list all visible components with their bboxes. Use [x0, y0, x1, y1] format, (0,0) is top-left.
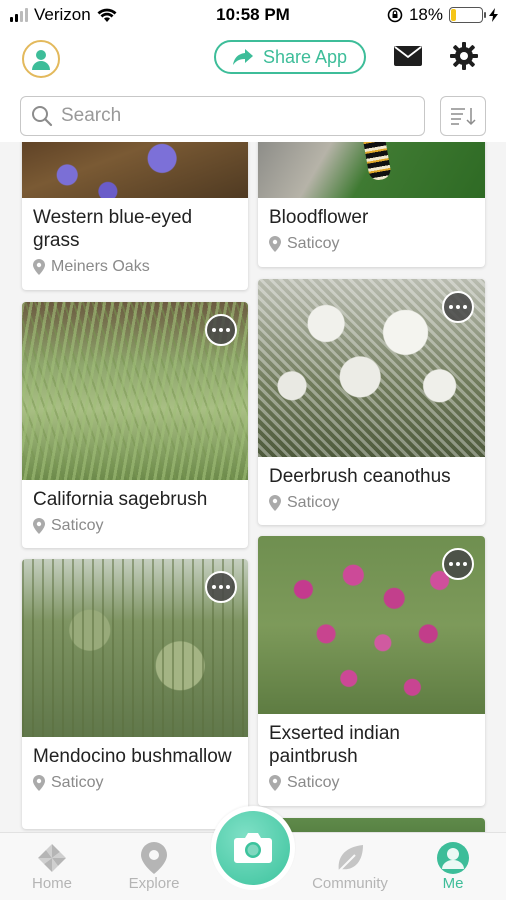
- tab-me[interactable]: Me: [403, 841, 503, 892]
- sort-icon: [451, 108, 476, 126]
- camera-icon: [234, 833, 272, 863]
- tab-me-label: Me: [442, 875, 464, 892]
- battery-icon: [449, 7, 486, 23]
- tab-explore[interactable]: Explore: [104, 841, 204, 892]
- location-pin-icon: [269, 495, 281, 511]
- location-text: Saticoy: [51, 774, 104, 791]
- location-pin-icon: [269, 775, 281, 791]
- plant-card[interactable]: Mendocino bushmallow Saticoy: [22, 559, 248, 829]
- status-right: 18%: [387, 5, 498, 25]
- plant-photo: [22, 559, 248, 737]
- tab-home-label: Home: [31, 875, 72, 892]
- location-text: Meiners Oaks: [51, 258, 150, 275]
- app-header: Share App: [0, 30, 506, 88]
- rotation-lock-icon: [387, 7, 403, 23]
- charging-bolt-icon: [489, 8, 498, 22]
- mail-button[interactable]: [394, 46, 422, 71]
- leaf-icon: [338, 845, 363, 872]
- plant-title: California sagebrush: [33, 489, 208, 510]
- location-text: Saticoy: [287, 235, 340, 252]
- plant-title: Exserted indian paintbrush: [269, 723, 400, 767]
- settings-button[interactable]: [450, 42, 478, 75]
- share-arrow-icon: [232, 49, 253, 65]
- plant-title: Mendocino bushmallow: [33, 746, 232, 767]
- user-profile-icon: [437, 842, 469, 874]
- tab-community[interactable]: Community: [300, 841, 400, 892]
- battery-percent: 18%: [408, 5, 443, 24]
- search-icon: [32, 106, 53, 127]
- pinwheel-home-icon: [38, 844, 66, 872]
- plant-feed: Western blue-eyed grass Meiners Oaks Blo…: [0, 142, 506, 832]
- share-app-button[interactable]: Share App: [214, 40, 366, 74]
- tab-explore-label: Explore: [128, 875, 180, 892]
- app-screen: Verizon 10:58 PM 18% Share App Search We…: [0, 0, 506, 900]
- plant-photo: [22, 302, 248, 480]
- plant-photo: [258, 142, 485, 198]
- status-bar: Verizon 10:58 PM 18%: [0, 0, 506, 30]
- more-options-button[interactable]: [442, 548, 474, 580]
- camera-button[interactable]: [211, 806, 295, 890]
- search-bar: [0, 88, 506, 142]
- plant-photo: [258, 279, 485, 457]
- plant-card[interactable]: Exserted indian paintbrush Saticoy: [258, 536, 485, 806]
- share-app-label: Share App: [262, 46, 348, 67]
- gear-icon: [450, 42, 478, 70]
- plant-location: Saticoy: [22, 768, 248, 800]
- map-pin-icon: [141, 842, 167, 874]
- plant-card-partial[interactable]: [258, 818, 485, 832]
- more-options-button[interactable]: [205, 314, 237, 346]
- profile-avatar-button[interactable]: [22, 40, 60, 78]
- battery-level-fill: [451, 9, 457, 21]
- search-input[interactable]: [61, 105, 401, 127]
- tab-community-label: Community: [312, 875, 388, 892]
- plant-card[interactable]: Western blue-eyed grass Meiners Oaks: [22, 142, 248, 290]
- plant-location: Saticoy: [258, 488, 485, 520]
- plant-title: Deerbrush ceanothus: [269, 466, 451, 487]
- envelope-icon: [394, 46, 422, 66]
- plant-card[interactable]: Deerbrush ceanothus Saticoy: [258, 279, 485, 525]
- location-text: Saticoy: [287, 494, 340, 511]
- plant-photo: [258, 536, 485, 714]
- sort-filter-button[interactable]: [440, 96, 486, 136]
- location-pin-icon: [269, 236, 281, 252]
- location-text: Saticoy: [287, 774, 340, 791]
- plant-photo: [22, 142, 248, 198]
- plant-location: Saticoy: [258, 229, 485, 261]
- plant-title: Western blue-eyed grass: [33, 207, 193, 251]
- plant-location: Saticoy: [22, 511, 248, 543]
- camera-button-inner: [216, 811, 290, 885]
- plant-location: Saticoy: [258, 768, 485, 800]
- tab-home[interactable]: Home: [2, 841, 102, 892]
- caterpillar-detail: [361, 142, 393, 182]
- user-badge-icon: [32, 50, 50, 70]
- more-options-button[interactable]: [442, 291, 474, 323]
- more-options-button[interactable]: [205, 571, 237, 603]
- location-pin-icon: [33, 518, 45, 534]
- location-pin-icon: [33, 775, 45, 791]
- plant-location: Meiners Oaks: [22, 252, 248, 284]
- location-text: Saticoy: [51, 517, 104, 534]
- plant-card[interactable]: Bloodflower Saticoy: [258, 142, 485, 267]
- search-box[interactable]: [20, 96, 425, 136]
- plant-title: Bloodflower: [269, 207, 369, 228]
- plant-card[interactable]: California sagebrush Saticoy: [22, 302, 248, 548]
- location-pin-icon: [33, 259, 45, 275]
- plant-photo: [258, 818, 485, 832]
